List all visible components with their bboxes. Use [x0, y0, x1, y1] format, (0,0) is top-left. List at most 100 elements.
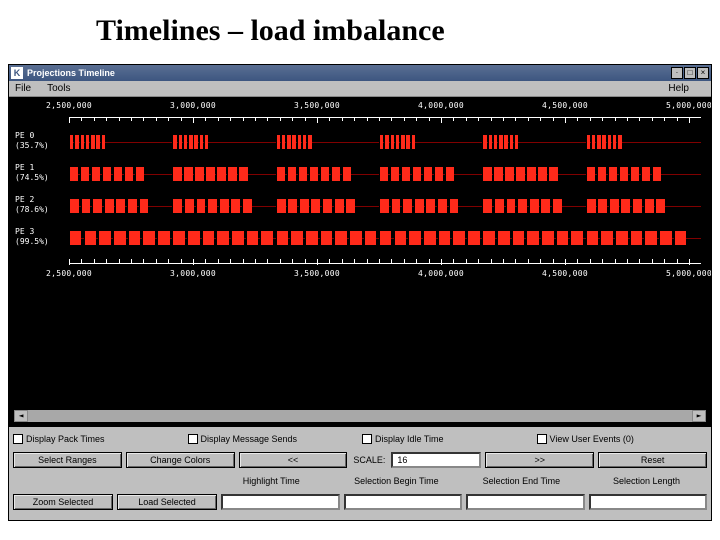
activity-segment: [412, 167, 421, 181]
change-colors-button[interactable]: Change Colors: [126, 452, 235, 468]
activity-segment: [202, 231, 214, 245]
activity-segment: [91, 167, 100, 181]
activity-segment: [90, 135, 94, 149]
activity-segment: [379, 199, 389, 213]
load-selected-button[interactable]: Load Selected: [117, 494, 217, 510]
zoom-selected-button[interactable]: Zoom Selected: [13, 494, 113, 510]
ruler-tick-label: 3,000,000: [170, 101, 216, 110]
scroll-left-button[interactable]: ◄: [14, 410, 28, 422]
activity-segment: [299, 199, 309, 213]
select-ranges-button[interactable]: Select Ranges: [13, 452, 122, 468]
selection-length-field[interactable]: [589, 494, 708, 510]
pe-row: PE 1(74.5%): [9, 161, 701, 189]
activity-segment: [391, 199, 401, 213]
activity-segment: [488, 135, 492, 149]
checkbox-message-sends[interactable]: Display Message Sends: [188, 434, 359, 444]
checkbox-pack-times[interactable]: Display Pack Times: [13, 434, 184, 444]
activity-segment: [101, 135, 105, 149]
pe-track[interactable]: [69, 135, 701, 149]
activity-segment: [390, 135, 394, 149]
activity-segment: [345, 199, 355, 213]
titlebar[interactable]: K Projections Timeline · □ ×: [9, 65, 711, 81]
activity-segment: [230, 199, 240, 213]
activity-segment: [493, 167, 502, 181]
menu-file[interactable]: File: [15, 83, 31, 94]
ruler-bottom: 2,500,0003,000,0003,500,0004,000,0004,50…: [69, 259, 701, 281]
rewind-button[interactable]: <<: [239, 452, 348, 468]
activity-segment: [509, 135, 513, 149]
activity-segment: [540, 199, 550, 213]
controls-panel: Display Pack Times Display Message Sends…: [9, 427, 711, 520]
activity-segment: [498, 135, 502, 149]
activity-segment: [281, 135, 285, 149]
activity-segment: [286, 135, 290, 149]
scale-input[interactable]: [391, 452, 481, 468]
activity-segment: [526, 231, 538, 245]
activity-segment: [276, 167, 285, 181]
ruler-tick-label: 3,500,000: [294, 269, 340, 278]
activity-segment: [449, 199, 459, 213]
activity-segment: [69, 135, 73, 149]
activity-segment: [482, 231, 494, 245]
reset-button[interactable]: Reset: [598, 452, 707, 468]
iconify-button[interactable]: ·: [671, 67, 683, 79]
activity-segment: [517, 199, 527, 213]
activity-segment: [408, 231, 420, 245]
selection-length-label: Selection Length: [611, 476, 682, 486]
activity-segment: [309, 167, 318, 181]
activity-segment: [512, 231, 524, 245]
activity-segment: [183, 167, 192, 181]
activity-segment: [438, 231, 450, 245]
activity-segment: [445, 167, 454, 181]
activity-segment: [379, 167, 388, 181]
checkbox-label: Display Message Sends: [201, 434, 298, 444]
selection-end-field[interactable]: [466, 494, 585, 510]
pe-track[interactable]: [69, 167, 701, 181]
checkbox-idle-time[interactable]: Display Idle Time: [362, 434, 533, 444]
pe-track[interactable]: [69, 231, 701, 245]
timeline-canvas[interactable]: 2,500,0003,000,0003,500,0004,000,0004,50…: [9, 97, 711, 427]
activity-segment: [290, 231, 302, 245]
activity-segment: [390, 167, 399, 181]
activity-segment: [85, 135, 89, 149]
maximize-button[interactable]: □: [684, 67, 696, 79]
activity-segment: [291, 135, 295, 149]
checkbox-user-events[interactable]: View User Events (0): [537, 434, 708, 444]
activity-segment: [113, 231, 125, 245]
scroll-right-button[interactable]: ►: [692, 410, 706, 422]
ruler-top: 2,500,0003,000,0003,500,0004,000,0004,50…: [69, 101, 701, 123]
activity-segment: [69, 231, 81, 245]
activity-segment: [644, 231, 656, 245]
ruler-tick-label: 5,000,000: [666, 269, 711, 278]
activity-segment: [305, 231, 317, 245]
menu-tools[interactable]: Tools: [47, 83, 70, 94]
activity-segment: [620, 199, 630, 213]
scroll-track[interactable]: [28, 410, 692, 422]
activity-segment: [172, 199, 182, 213]
activity-segment: [414, 199, 424, 213]
activity-segment: [139, 199, 149, 213]
close-button[interactable]: ×: [697, 67, 709, 79]
pe-track[interactable]: [69, 199, 701, 213]
highlight-time-field[interactable]: [221, 494, 340, 510]
activity-segment: [142, 231, 154, 245]
checkbox-icon: [13, 434, 23, 444]
horizontal-scrollbar[interactable]: ◄ ►: [13, 409, 707, 423]
activity-segment: [307, 135, 311, 149]
activity-segment: [619, 167, 628, 181]
activity-segment: [216, 231, 228, 245]
menu-help[interactable]: Help: [668, 83, 689, 94]
pe-label: PE 2(78.6%): [15, 195, 65, 215]
activity-segment: [482, 199, 492, 213]
activity-segment: [384, 135, 388, 149]
app-window: K Projections Timeline · □ × File Tools …: [8, 64, 712, 521]
activity-segment: [183, 135, 187, 149]
selection-begin-field[interactable]: [344, 494, 463, 510]
activity-segment: [219, 199, 229, 213]
activity-segment: [548, 167, 557, 181]
activity-segment: [607, 135, 611, 149]
activity-segment: [331, 167, 340, 181]
window-icon: K: [11, 67, 23, 79]
activity-segment: [172, 135, 176, 149]
forward-button[interactable]: >>: [485, 452, 594, 468]
